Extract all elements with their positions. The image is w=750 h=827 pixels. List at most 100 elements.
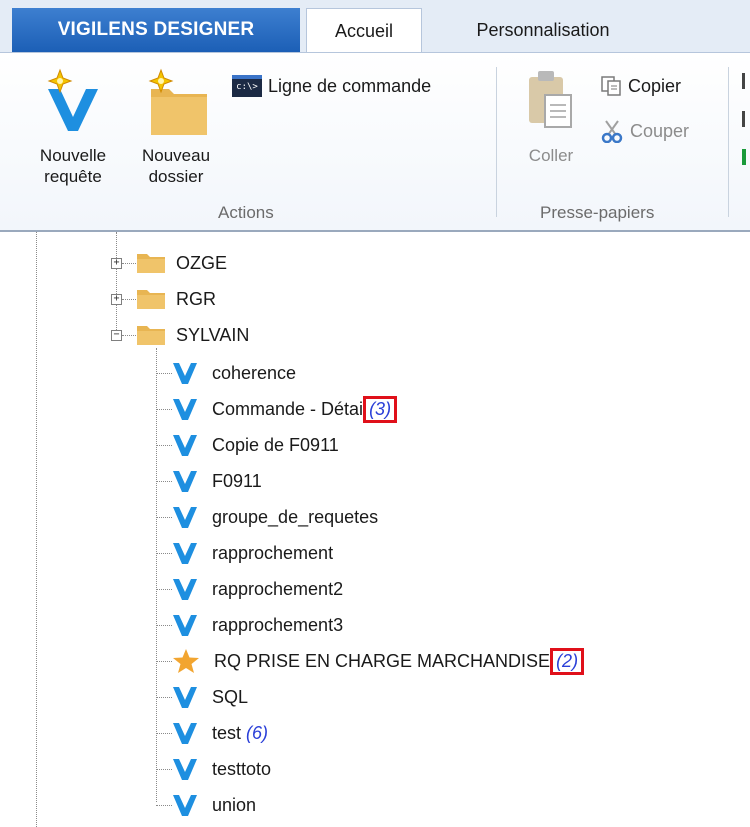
new-query-button[interactable]: Nouvelle requête [22, 67, 124, 197]
folder-icon [136, 324, 166, 346]
folder-icon [136, 252, 166, 274]
new-query-label-1: Nouvelle [39, 146, 107, 165]
tree-connector [156, 409, 172, 410]
tree-expander-rgr[interactable]: + [111, 294, 122, 305]
folder-label: RGR [176, 288, 216, 309]
command-line-button[interactable]: c:\> Ligne de commande [232, 75, 431, 97]
query-icon [172, 721, 198, 745]
app-menu-tab[interactable]: VIGILENS DESIGNER [12, 8, 300, 52]
copy-button[interactable]: Copier [600, 75, 681, 97]
ribbon-tab-bar: VIGILENS DESIGNER Accueil Personnalisati… [0, 0, 750, 54]
tree-expander-sylvain[interactable]: − [111, 330, 122, 341]
tree-folder-ozge[interactable]: OZGE [136, 246, 227, 280]
tree-item-label: union [212, 794, 257, 815]
paste-button[interactable]: Coller [510, 67, 592, 187]
tree-item[interactable]: rapprochement2 [172, 572, 343, 606]
tree-item-label: rapprochement [212, 542, 334, 563]
tree-connector [156, 769, 172, 770]
new-query-icon [47, 68, 98, 131]
query-icon [172, 397, 198, 421]
folder-label: SYLVAIN [176, 324, 250, 345]
tree-item-label: rapprochement3 [212, 614, 344, 635]
tree-item-label: RQ PRISE EN CHARGE MARCHANDISE [214, 650, 551, 671]
group-label-clipboard: Presse-papiers [540, 203, 655, 222]
tree-guide-line [36, 232, 37, 827]
copy-label: Copier [628, 75, 682, 96]
ribbon-separator [728, 67, 729, 217]
cut-label: Couper [630, 120, 690, 141]
query-icon [172, 613, 198, 637]
ribbon-overflow-hint [742, 73, 750, 193]
star-icon [172, 648, 200, 674]
tree-item[interactable]: test (6) [172, 716, 268, 750]
tab-accueil[interactable]: Accueil [306, 8, 422, 54]
tree-item[interactable]: testtoto [172, 752, 271, 786]
folder-icon [136, 288, 166, 310]
tree-item[interactable]: rapprochement [172, 536, 333, 570]
tree-item[interactable]: Copie de F0911 [172, 428, 339, 462]
count-badge: (6) [246, 722, 269, 743]
new-folder-label-2: dossier [148, 167, 204, 186]
tree-connector [122, 335, 136, 336]
tree-connector [156, 733, 172, 734]
tree-item[interactable]: coherence [172, 356, 296, 390]
tree-item-label: F0911 [212, 470, 262, 491]
command-line-label: Ligne de commande [268, 75, 432, 96]
tree-item-label: groupe_de_requetes [212, 506, 379, 527]
tree-connector [122, 299, 136, 300]
highlighted-count-badge: (2) [550, 647, 585, 675]
tree-item[interactable]: Commande - Détai (3) [172, 392, 398, 426]
tree-item[interactable]: RQ PRISE EN CHARGE MARCHANDISE (2) [172, 644, 585, 678]
new-folder-icon [148, 68, 207, 135]
tree-connector [156, 589, 172, 590]
highlighted-count-badge: (3) [363, 395, 398, 423]
tree-expander-ozge[interactable]: + [111, 258, 122, 269]
new-query-label-2: requête [44, 167, 102, 186]
tree-item-label: Copie de F0911 [212, 434, 339, 455]
cut-button[interactable]: Couper [600, 119, 689, 143]
tree-item[interactable]: groupe_de_requetes [172, 500, 378, 534]
query-icon [172, 577, 198, 601]
query-icon [172, 685, 198, 709]
tree-folder-rgr[interactable]: RGR [136, 282, 216, 316]
ribbon-separator [496, 67, 497, 217]
query-icon [172, 505, 198, 529]
tree-connector [156, 445, 172, 446]
tree-item[interactable]: union [172, 788, 256, 822]
tree-connector [156, 517, 172, 518]
tree-item-label: test [212, 722, 242, 743]
ribbon: Nouvelle requête Nouveau dossier c:\> Li… [0, 52, 750, 232]
tree-item-label: rapprochement2 [212, 578, 344, 599]
scissors-icon [601, 120, 623, 143]
tree-connector [156, 625, 172, 626]
query-icon [172, 433, 198, 457]
tab-personnalisation[interactable]: Personnalisation [438, 8, 648, 52]
query-icon [172, 361, 198, 385]
tree-connector [156, 553, 172, 554]
paste-label: Coller [528, 146, 574, 165]
tree-item-label: SQL [212, 686, 249, 707]
paste-icon [529, 71, 572, 128]
query-icon [172, 541, 198, 565]
query-icon [172, 793, 198, 817]
command-prompt-icon: c:\> [232, 75, 262, 97]
new-folder-button[interactable]: Nouveau dossier [124, 67, 228, 197]
query-tree: + OZGE + RGR − SYLVAIN coherence Commande - Dét… [0, 232, 750, 827]
tree-connector [156, 481, 172, 482]
tree-folder-sylvain[interactable]: SYLVAIN [136, 318, 249, 352]
tree-item[interactable]: SQL [172, 680, 248, 714]
tree-connector [156, 805, 172, 806]
query-icon [172, 757, 198, 781]
tree-item-label: coherence [212, 362, 297, 383]
tree-item[interactable]: rapprochement3 [172, 608, 343, 642]
tree-item-label: testtoto [212, 758, 272, 779]
tree-connector [156, 697, 172, 698]
folder-label: OZGE [176, 252, 228, 273]
tree-connector [156, 373, 172, 374]
tree-connector [156, 661, 172, 662]
new-folder-label-1: Nouveau [141, 146, 211, 165]
copy-icon [601, 76, 621, 96]
tree-item-label: Commande - Détai [212, 398, 364, 419]
group-label-actions: Actions [218, 203, 274, 222]
tree-item[interactable]: F0911 [172, 464, 262, 498]
